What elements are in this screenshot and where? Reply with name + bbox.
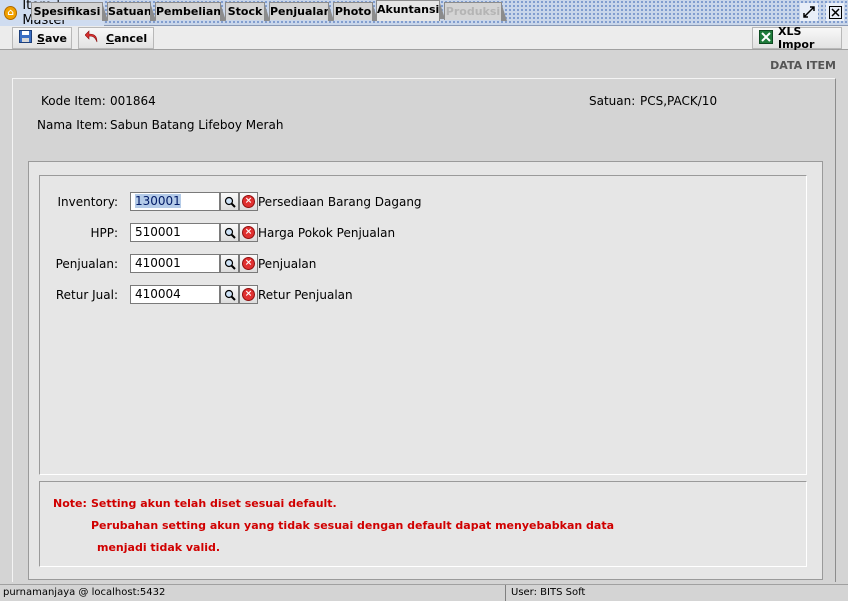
restore-window-button[interactable] [800,3,818,21]
restore-icon [803,6,815,18]
hpp-account-input[interactable]: 510001 [130,223,220,242]
tab-satuan[interactable]: Satuan [107,2,156,21]
hpp-lookup-button[interactable] [220,223,239,242]
magnifier-icon [224,196,236,208]
cancel-label: ancel [114,31,148,45]
penjualan-lookup-button[interactable] [220,254,239,273]
tab-spesifikasi[interactable]: Spesifikasi [31,2,108,21]
tab-produksi: Produksi [444,2,507,21]
xls-import-label: XLS Impor [778,25,815,51]
inventory-lookup-button[interactable] [220,192,239,211]
app-logo-icon: ⌂ [4,6,18,20]
retur-jual-account-code: 410004 [135,287,181,301]
retur-jual-account-input[interactable]: 410004 [130,285,220,304]
tab-penjualan[interactable]: Penjualan [269,2,334,21]
tab-akuntansi[interactable]: Akuntansi [376,0,445,21]
hpp-clear-button[interactable]: × [239,223,258,242]
save-mnemonic: S [37,31,45,45]
clear-x-icon: × [242,288,255,301]
tab-pembelian[interactable]: Pembelian [155,2,226,21]
inventory-label: Inventory: [57,195,119,209]
retur-jual-label: Retur Jual: [55,288,118,302]
save-button[interactable]: Save [12,27,72,49]
note-line-3: menjadi tidak valid. [97,541,221,554]
hpp-label: HPP: [90,226,118,240]
floppy-disk-icon [19,30,32,46]
hpp-account-code: 510001 [135,225,181,239]
retur-jual-lookup-button[interactable] [220,285,239,304]
magnifier-icon [224,258,236,270]
tab-photo[interactable]: Photo [333,2,378,21]
account-settings-group [39,175,807,475]
penjualan-account-name: Penjualan [258,257,317,271]
inventory-clear-button[interactable]: × [239,192,258,211]
clear-x-icon: × [242,195,255,208]
excel-icon [759,29,773,47]
user-status: User: BITS Soft [511,587,586,598]
magnifier-icon [224,227,236,239]
status-bar: purnamanjaya @ localhost:5432 User: BITS… [0,584,848,601]
cancel-button[interactable]: Cancel [78,27,154,49]
section-title: DATA ITEM [770,59,836,72]
penjualan-account-code: 410001 [135,256,181,270]
kode-item-value: 001864 [110,94,156,108]
inventory-account-code: 130001 [135,194,181,208]
penjualan-account-input[interactable]: 410001 [130,254,220,273]
connection-status: purnamanjaya @ localhost:5432 [0,585,506,601]
magnifier-icon [224,289,236,301]
clear-x-icon: × [242,257,255,270]
cancel-mnemonic: C [106,31,115,45]
nama-item-label: Nama Item: [37,118,108,132]
retur-jual-clear-button[interactable]: × [239,285,258,304]
note-line-2: Perubahan setting akun yang tidak sesuai… [91,519,615,532]
xls-import-button[interactable]: XLS Impor [752,25,842,51]
kode-item-label: Kode Item: [41,94,106,108]
tab-stock[interactable]: Stock [225,2,270,21]
close-icon [828,5,842,19]
nama-item-value: Sabun Batang Lifeboy Merah [110,118,284,132]
penjualan-clear-button[interactable]: × [239,254,258,273]
inventory-account-input[interactable]: 130001 [130,192,220,211]
note-prefix: Note: [53,497,87,510]
undo-arrow-icon [84,30,101,46]
penjualan-label: Penjualan: [55,257,118,271]
satuan-label: Satuan: [589,94,636,108]
toolbar: Save Cancel XLS Impor [0,25,848,51]
satuan-value: PCS,PACK/10 [640,94,718,108]
inventory-account-name: Persediaan Barang Dagang [258,195,422,209]
hpp-account-name: Harga Pokok Penjualan [258,226,396,240]
save-label: ave [44,31,67,45]
clear-x-icon: × [242,226,255,239]
close-window-button[interactable] [826,3,844,21]
note-line-1: Setting akun telah diset sesuai default. [91,497,337,510]
retur-jual-account-name: Retur Penjualan [258,288,353,302]
